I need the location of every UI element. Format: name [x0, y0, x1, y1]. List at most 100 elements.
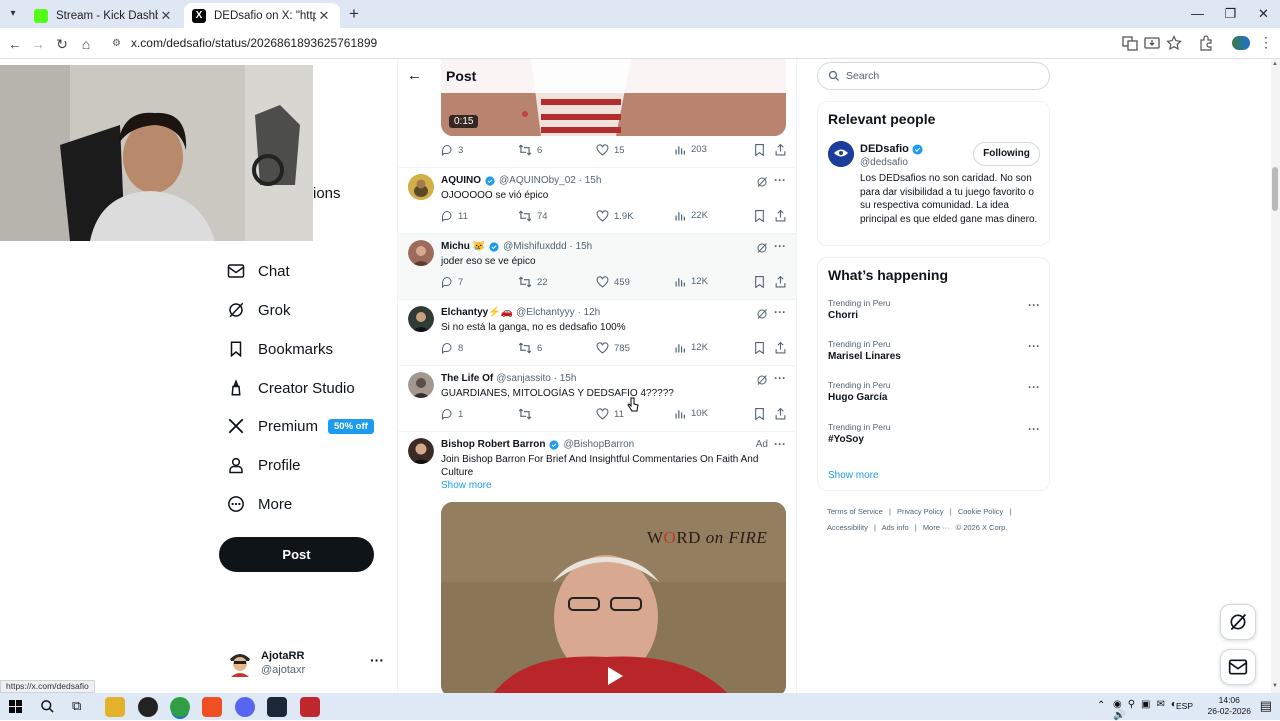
repost-button[interactable]: 74 [518, 210, 548, 222]
accessibility-link[interactable]: Accessibility [827, 523, 868, 532]
views-button[interactable]: 10K [675, 408, 708, 419]
more-options-icon[interactable]: ··· [370, 652, 384, 668]
bookmark-button[interactable] [754, 144, 770, 156]
repost-button[interactable]: 22 [518, 276, 548, 288]
author-name[interactable]: Michu 😿 [441, 241, 485, 252]
grok-explain-icon[interactable] [756, 242, 768, 254]
bookmark-button[interactable] [754, 408, 770, 420]
ads-info-link[interactable]: Ads info [882, 523, 909, 532]
repost-button[interactable]: 6 [518, 144, 542, 156]
forward-button[interactable]: → [28, 34, 48, 54]
reply-button[interactable]: 8 [441, 342, 463, 354]
brave-icon[interactable] [202, 697, 222, 717]
post-button[interactable]: Post [219, 537, 374, 572]
more-options-icon[interactable]: ··· [774, 305, 786, 319]
scroll-up-icon[interactable]: ▲ [1272, 61, 1278, 67]
sidebar-item-grok[interactable]: Grok [226, 297, 291, 323]
play-icon[interactable] [601, 663, 627, 689]
author-name[interactable]: AQUINO [441, 175, 481, 186]
search-input[interactable]: Search [817, 62, 1050, 90]
repost-button[interactable] [518, 408, 537, 420]
browser-menu-icon[interactable]: ⋮ [1259, 34, 1273, 51]
author-name[interactable]: The Life Of [441, 373, 493, 384]
extensions-icon[interactable] [1198, 35, 1214, 51]
more-link[interactable]: More ··· [923, 523, 950, 532]
grok-floating-button[interactable] [1220, 604, 1256, 640]
views-button[interactable]: 203 [675, 144, 707, 155]
share-button[interactable] [775, 210, 791, 222]
more-options-icon[interactable]: ··· [774, 239, 786, 253]
grok-explain-icon[interactable] [756, 308, 768, 320]
sidebar-item-premium[interactable]: Premium 50% off [226, 413, 374, 439]
chrome-icon[interactable] [170, 697, 190, 717]
terms-link[interactable]: Terms of Service [827, 507, 883, 516]
grok-explain-icon[interactable] [756, 176, 768, 188]
trend-item[interactable]: Trending in Peru #YoSoy ··· [828, 422, 1040, 452]
like-button[interactable]: 15 [596, 144, 625, 156]
site-info-icon[interactable]: ⚙ [112, 38, 121, 49]
avatar[interactable] [408, 438, 434, 464]
person-name[interactable]: DEDsafio [860, 143, 927, 155]
page-scrollbar[interactable]: ▲ ▼ [1271, 59, 1280, 693]
close-tab-icon[interactable]: ✕ [158, 8, 174, 24]
search-icon[interactable] [40, 699, 55, 714]
notifications-icon[interactable]: ▤ [1260, 698, 1272, 714]
browser-tab-kick[interactable]: Stream - Kick Dashboard ✕ [26, 3, 182, 28]
new-tab-button[interactable]: + [345, 5, 363, 23]
like-button[interactable]: 11 [596, 408, 624, 420]
install-app-icon[interactable] [1144, 35, 1160, 51]
account-switcher[interactable]: AjotaRR @ajotaxr ··· [227, 648, 387, 680]
like-button[interactable]: 785 [596, 342, 630, 354]
home-button[interactable]: ⌂ [76, 34, 96, 54]
author-handle[interactable]: @Elchantyyy [516, 307, 575, 318]
reply-item[interactable]: The Life Of @sanjassito · 15h ··· GUARDI… [398, 366, 796, 432]
author-name[interactable]: Elchantyy⚡🚗 [441, 307, 513, 318]
avatar[interactable] [408, 240, 434, 266]
reply-button[interactable]: 11 [441, 210, 468, 222]
reload-button[interactable]: ↻ [52, 34, 72, 54]
scrollbar-thumb[interactable] [1272, 167, 1278, 211]
sidebar-item-profile[interactable]: Profile [226, 452, 301, 478]
close-tab-icon[interactable]: ✕ [316, 8, 332, 24]
tab-search-button[interactable]: ▾ [5, 6, 21, 22]
scroll-down-icon[interactable]: ▼ [1272, 683, 1278, 689]
more-options-icon[interactable]: ··· [1028, 339, 1040, 353]
close-window-button[interactable]: ✕ [1247, 0, 1280, 28]
more-options-icon[interactable]: ··· [774, 437, 786, 451]
reply-item[interactable]: Michu 😿 @Mishifuxddd · 15h ··· joder eso… [398, 234, 796, 300]
views-button[interactable]: 12K [675, 342, 708, 353]
avatar[interactable] [408, 174, 434, 200]
share-button[interactable] [775, 144, 791, 156]
bookmark-button[interactable] [754, 342, 770, 354]
sidebar-item-chat[interactable]: Chat [226, 258, 290, 284]
sidebar-item-notifications-partial[interactable]: ions [313, 185, 341, 202]
back-button[interactable]: ← [5, 34, 25, 54]
bookmark-button[interactable] [754, 276, 770, 288]
avatar[interactable] [828, 141, 854, 167]
show-more-link[interactable]: Show more [828, 470, 879, 481]
grok-explain-icon[interactable] [756, 374, 768, 386]
more-options-icon[interactable]: ··· [774, 173, 786, 187]
steam-icon[interactable] [267, 697, 287, 717]
file-explorer-icon[interactable] [105, 697, 125, 717]
following-button[interactable]: Following [973, 142, 1040, 166]
sidebar-item-more[interactable]: More [226, 491, 292, 517]
voicemod-icon[interactable] [300, 697, 320, 717]
browser-tab-x[interactable]: X DEDsafio on X: "https://t.co/nq ✕ [184, 3, 340, 28]
profile-avatar-icon[interactable] [1232, 36, 1250, 50]
views-button[interactable]: 12K [675, 276, 708, 287]
author-handle[interactable]: @BishopBarron [563, 439, 634, 450]
trend-item[interactable]: Trending in Peru Hugo García ··· [828, 380, 1040, 410]
share-button[interactable] [775, 408, 791, 420]
restore-button[interactable]: ❐ [1214, 0, 1247, 28]
task-view-icon[interactable]: ⧉ [72, 698, 81, 714]
messages-floating-button[interactable] [1220, 649, 1256, 685]
more-options-icon[interactable]: ··· [1028, 422, 1040, 436]
author-handle[interactable]: @Mishifuxddd [503, 241, 567, 252]
reply-button[interactable]: 7 [441, 276, 463, 288]
like-button[interactable]: 459 [596, 276, 630, 288]
repost-button[interactable]: 6 [518, 342, 542, 354]
cookie-link[interactable]: Cookie Policy [958, 507, 1003, 516]
like-button[interactable]: 1.9K [596, 210, 634, 222]
system-clock[interactable]: 14:06 26-02-2026 [1208, 695, 1251, 717]
